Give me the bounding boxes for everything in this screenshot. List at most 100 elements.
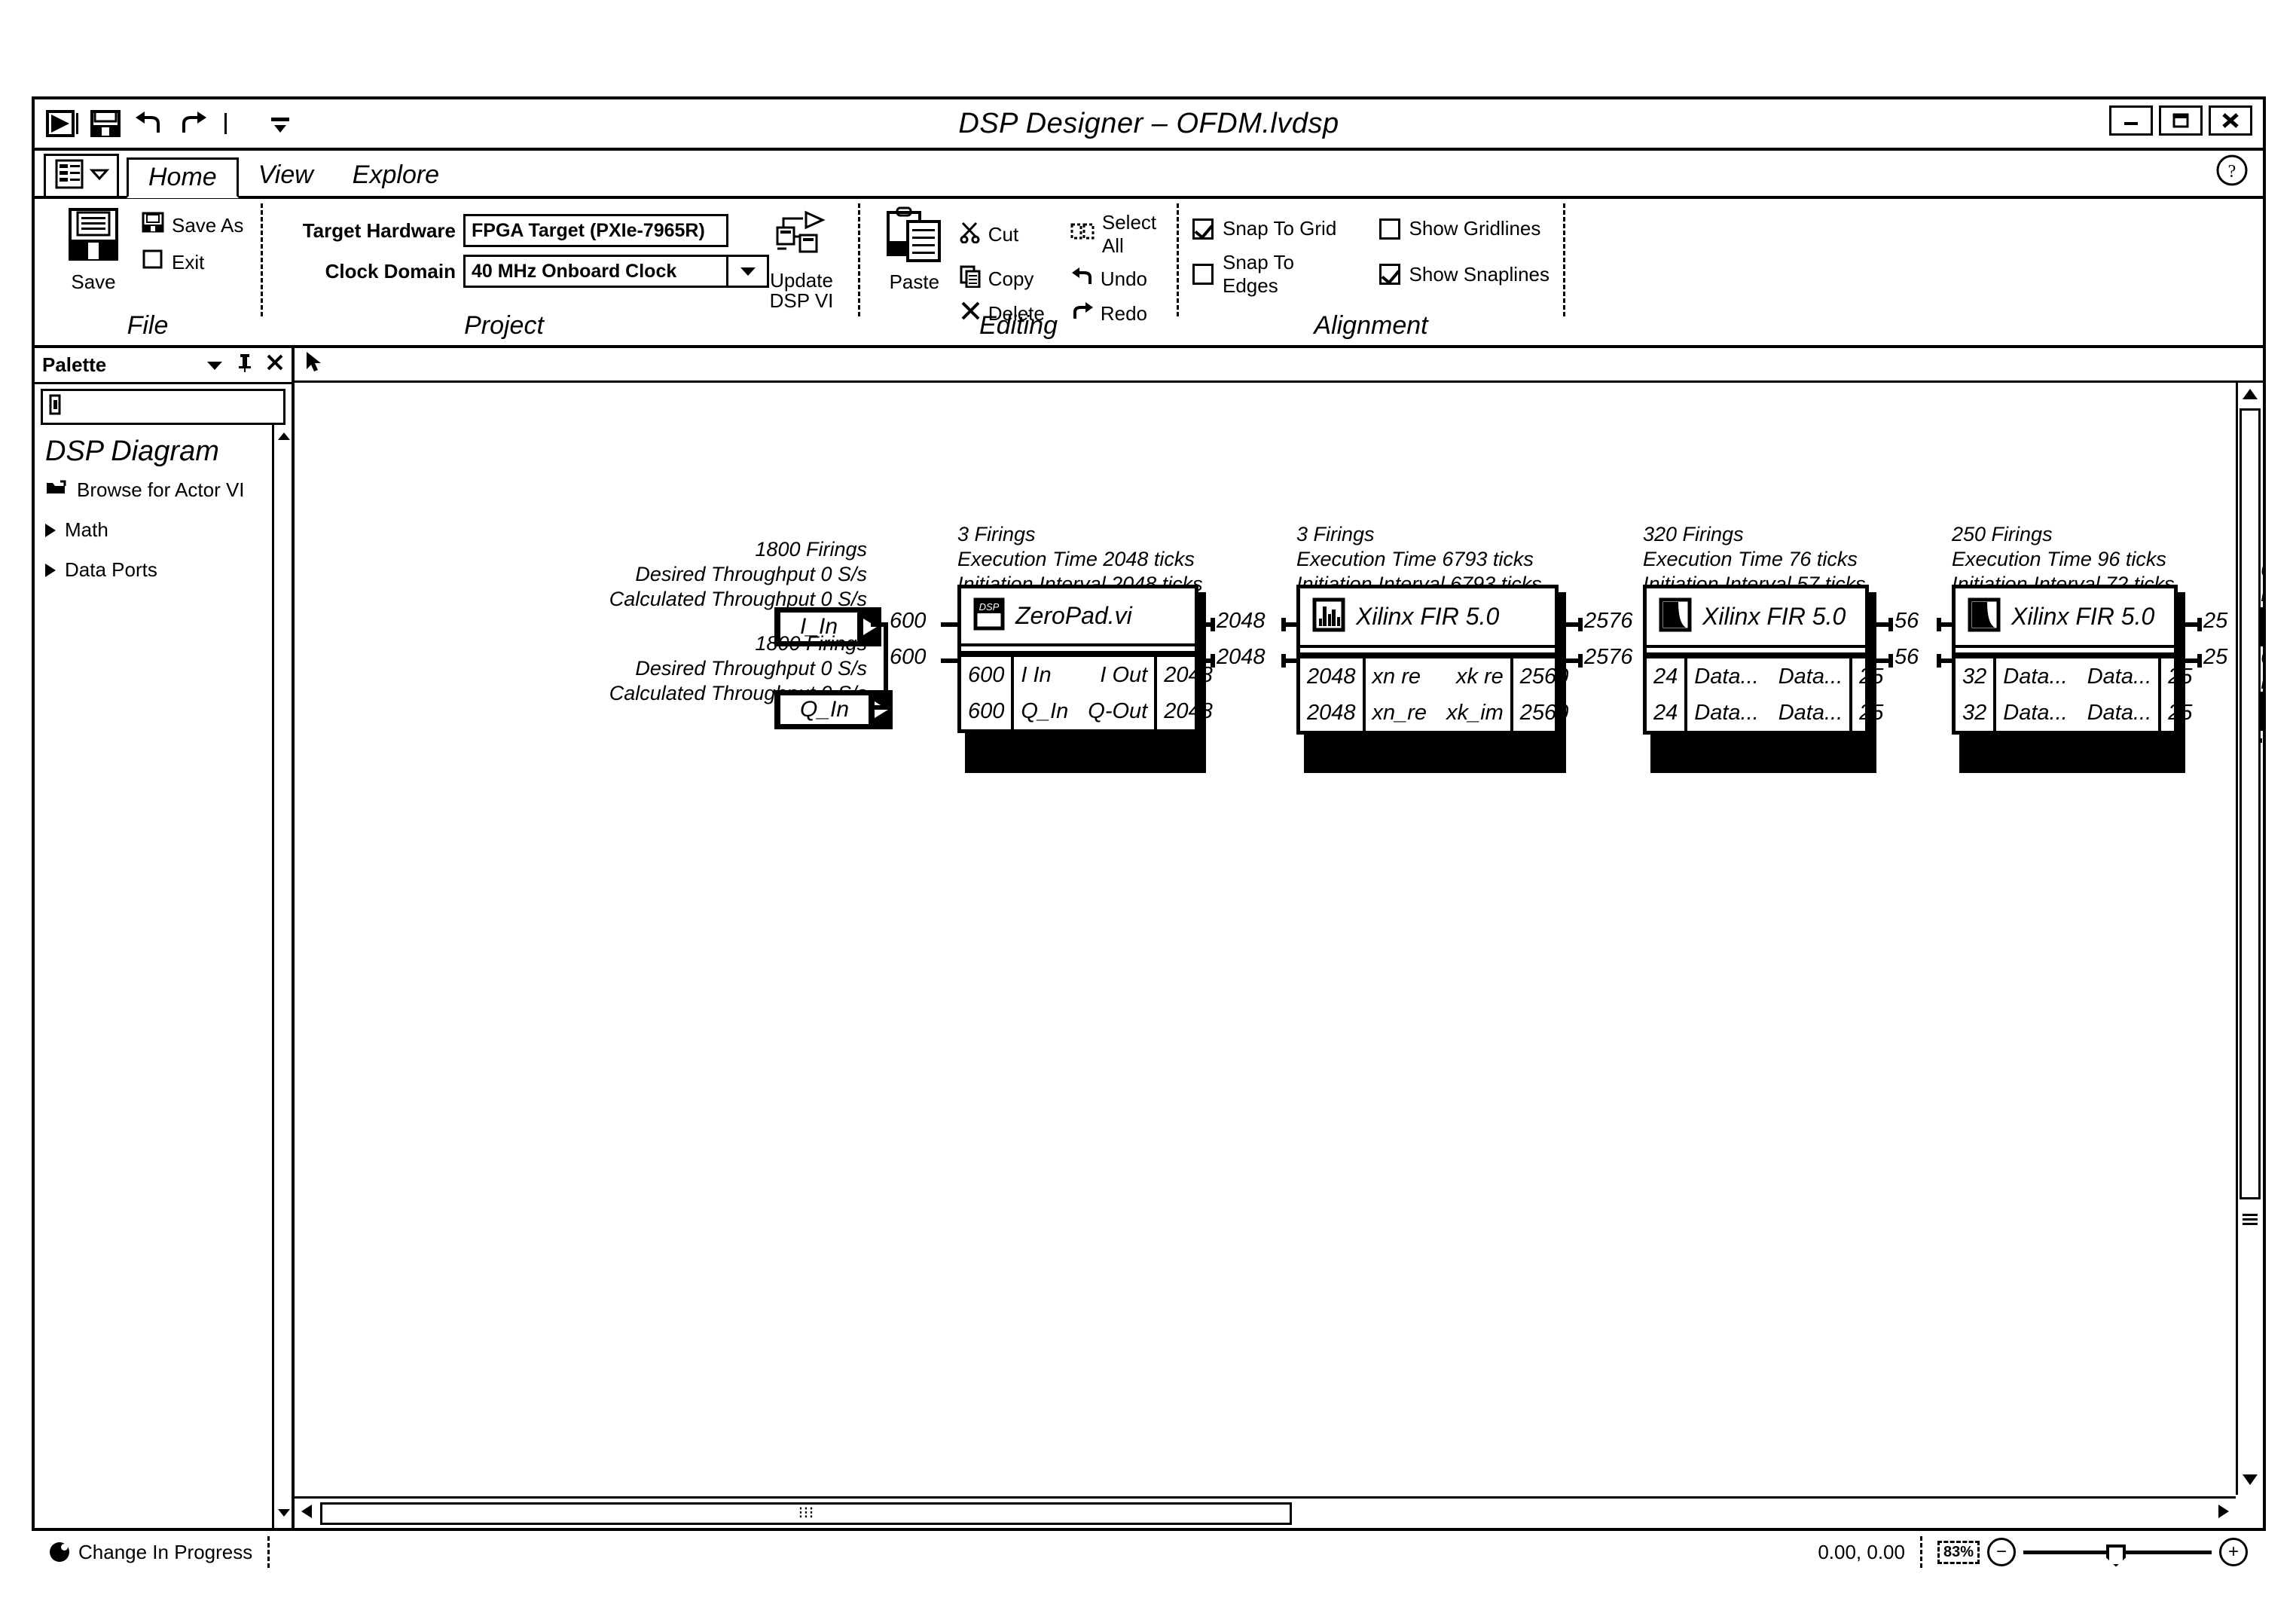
scroll-down-icon[interactable] [2241,1473,2259,1490]
wire [941,622,959,627]
save-button[interactable]: Save [48,206,139,292]
palette-item-data-ports[interactable]: Data Ports [45,558,292,582]
scroll-down-icon[interactable] [277,1508,291,1522]
wire [1888,654,1893,668]
copy-icon [960,265,982,293]
wire [884,622,888,710]
ribbon-group-editing-title: Editing [979,311,1058,340]
palette-search-input[interactable] [41,389,285,425]
undo-icon[interactable] [133,107,166,140]
checkbox-box [1379,264,1400,285]
palette-menu-icon[interactable] [206,355,224,376]
tab-view[interactable]: View [239,155,333,196]
port-count: 2560 [1519,664,1569,689]
wire-label: 56 [1895,609,1919,633]
canvas-vertical-scrollbar[interactable] [2236,383,2263,1495]
i-in-annotation: 1800 Firings Desired Throughput 0 S/s Ca… [566,537,867,612]
save-icon[interactable] [89,107,122,140]
status-text: Change In Progress [78,1540,253,1563]
application-menu-button[interactable] [44,154,119,196]
wire-label: 2576 [1584,609,1633,633]
update-dsp-vi-button[interactable]: Update DSP VI [759,209,844,312]
copy-button[interactable]: Copy [960,265,1045,293]
node-divider [1300,645,1555,655]
port-out-name: xk re [1455,664,1504,689]
show-snaplines-checkbox[interactable]: Show Snaplines [1379,251,1549,298]
filter-curve-icon [1659,597,1692,636]
port-out-name: I Out [1100,662,1148,687]
canvas-area: 1800 Firings Desired Throughput 0 S/s Ca… [295,348,2263,1528]
zoom-slider-thumb[interactable] [2106,1544,2126,1567]
snap-to-edges-checkbox[interactable]: Snap To Edges [1192,251,1346,298]
paste-button[interactable]: Paste [874,206,955,292]
run-icon[interactable] [45,107,78,140]
node-ports: 2048 2048 xn re xk re xn_re xk_im 2560 2… [1300,655,1568,731]
show-gridlines-checkbox[interactable]: Show Gridlines [1379,217,1549,240]
clock-domain-row: Clock Domain 40 MHz Onboard Clock [276,255,769,288]
zoom-out-button[interactable]: − [1987,1538,2016,1566]
vertical-scroll-thumb[interactable] [2240,408,2261,1199]
cursor-tool-icon[interactable] [302,350,328,379]
node-header: Xilinx FIR 5.0 [1956,588,2174,645]
select-all-button[interactable]: Select All [1070,211,1163,258]
dsp-diagram-canvas[interactable]: 1800 Firings Desired Throughput 0 S/s Ca… [295,383,2263,1528]
snap-to-grid-checkbox[interactable]: Snap To Grid [1192,217,1346,240]
exit-button[interactable]: Exit [142,248,243,277]
node-zeropad-vi[interactable]: DSP ZeroPad.vi 600 600 I In I Out Q_In Q… [957,585,1213,733]
clock-domain-combo[interactable]: 40 MHz Onboard Clock [463,255,769,288]
tab-home[interactable]: Home [127,157,239,198]
minimize-button[interactable] [2109,105,2153,136]
help-icon[interactable]: ? [2215,153,2249,191]
wire [1578,618,1583,631]
palette-scrollbar[interactable] [272,425,292,1528]
triangle-right-icon[interactable] [45,563,56,577]
horizontal-scroll-thumb[interactable]: ⁝⁝⁝ [320,1502,1292,1525]
save-button-label: Save [71,270,116,293]
redo-icon[interactable] [176,107,209,140]
zoom-in-button[interactable]: + [2219,1538,2248,1566]
port-in-name: Data... [1694,700,1759,725]
node-name: Xilinx FIR 5.0 [1702,603,1846,630]
scroll-up-icon[interactable] [2241,387,2259,405]
pin-icon[interactable] [237,353,252,377]
scroll-left-icon[interactable] [299,1503,314,1523]
zoom-slider[interactable] [2023,1544,2212,1567]
save-as-button[interactable]: Save As [142,211,243,240]
triangle-right-icon[interactable] [45,523,56,537]
filter-curve-icon [1968,597,2001,636]
close-icon[interactable] [266,353,284,377]
main-body: Palette DSP Diagram Browse for Actor VI … [35,348,2263,1528]
scroll-up-icon[interactable] [277,431,291,445]
close-button[interactable] [2209,105,2252,136]
node-divider [961,643,1195,654]
title-bar: DSP Designer – OFDM.lvdsp [35,99,2263,151]
quick-access-toolbar [35,107,297,140]
node-xilinx-fir-2[interactable]: Xilinx FIR 5.0 24 24 Data... Data... Dat… [1643,585,1883,735]
palette-item-browse-for-actor-vi[interactable]: Browse for Actor VI [45,478,292,502]
maximize-button[interactable] [2159,105,2203,136]
tab-view-label: View [258,160,313,189]
canvas-horizontal-scrollbar[interactable]: ⁝⁝⁝ [295,1496,2236,1528]
palette-item-math[interactable]: Math [45,518,292,542]
port-in-name: I In [1021,662,1052,687]
chevron-down-icon [89,167,110,185]
wire [1888,618,1893,631]
cut-button[interactable]: Cut [960,211,1045,258]
undo-button[interactable]: Undo [1070,265,1163,293]
paste-button-label: Paste [889,270,940,293]
ribbon-group-alignment-title: Alignment [1314,311,1428,340]
scroll-right-icon[interactable] [2216,1503,2231,1523]
input-node-q-in[interactable]: Q_In [774,690,893,729]
update-dsp-vi-label-1: Update [770,269,833,292]
port-count: 24 [1653,664,1678,689]
tab-explore[interactable]: Explore [333,155,459,196]
node-xilinx-fir-1[interactable]: Xilinx FIR 5.0 2048 2048 xn re xk re xn_… [1296,585,1568,735]
fir1-firings: 3 Firings [1296,523,1375,545]
select-all-label: Select All [1101,211,1157,257]
more-icon[interactable] [264,107,297,140]
zeropad-execution-time: Execution Time 2048 ticks [957,547,1195,570]
zoom-level-value[interactable]: 83% [1937,1540,1980,1564]
target-hardware-field[interactable]: FPGA Target (PXIe-7965R) [463,214,728,247]
palette-item-label: Browse for Actor VI [77,478,245,501]
node-xilinx-fir-3[interactable]: Xilinx FIR 5.0 32 32 Data... Data... Dat… [1952,585,2192,735]
